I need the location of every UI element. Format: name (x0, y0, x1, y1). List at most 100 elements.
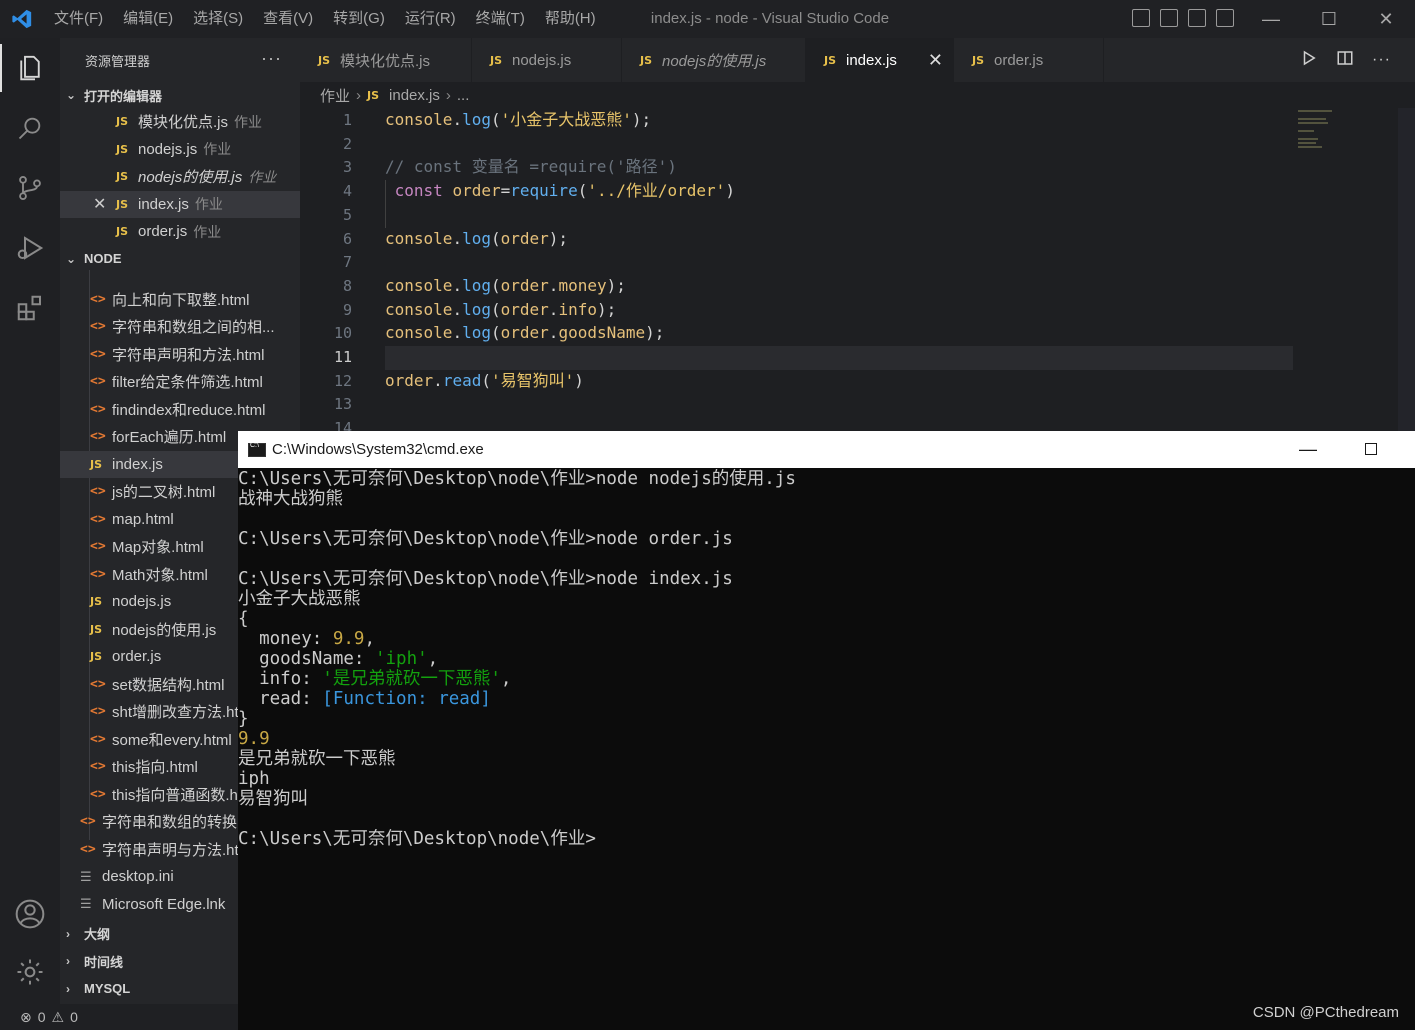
html-file-icon: <> (90, 346, 106, 362)
menu-go[interactable]: 转到(G) (323, 0, 395, 38)
html-file-icon: <> (90, 731, 106, 747)
settings-file-icon: ☰ (80, 868, 92, 884)
error-count[interactable]: 0 (38, 1009, 46, 1025)
line-number: 3 (342, 158, 352, 177)
error-icon[interactable]: ⊗ (20, 1009, 32, 1026)
chevron-down-icon: ⌄ (66, 88, 77, 102)
search-icon[interactable] (0, 100, 60, 156)
run-debug-icon[interactable] (0, 220, 60, 276)
maximize-button[interactable]: ☐ (1300, 0, 1358, 38)
toggle-sidebar-icon[interactable] (1132, 9, 1150, 27)
cmd-line: 9.9 (238, 729, 1415, 749)
cmd-line: } (238, 709, 249, 729)
breadcrumb-folder[interactable]: 作业 (320, 85, 350, 106)
tab-label: 模块化优点.js (340, 52, 431, 70)
cmd-line: C:\Users\无可奈何\Desktop\node\作业>node nodej… (238, 469, 796, 489)
line-number: 9 (342, 300, 352, 319)
menu-edit[interactable]: 编辑(E) (113, 0, 183, 38)
file-tree-item[interactable]: <> 字符串声明和方法.html (60, 341, 300, 369)
run-file-icon[interactable] (1300, 49, 1318, 72)
file-name: sht增删改查方法.html (112, 704, 255, 722)
menu-terminal[interactable]: 终端(T) (466, 0, 535, 38)
warning-icon[interactable]: ⚠ (52, 1009, 65, 1026)
open-editors-section[interactable]: ⌄ 打开的编辑器 (60, 82, 300, 108)
toggle-secondary-sidebar-icon[interactable] (1188, 9, 1206, 27)
outline-section[interactable]: › 大纲 (60, 920, 238, 948)
file-tree-item[interactable]: <> findindex和reduce.html (60, 396, 300, 424)
explorer-icon[interactable] (0, 40, 60, 96)
file-tree-item[interactable]: <> filter给定条件筛选.html (60, 368, 300, 396)
open-editor-item[interactable]: JS 模块化优点.js 作业 (60, 108, 300, 136)
more-actions-icon[interactable]: ··· (261, 48, 282, 69)
code-line[interactable]: console.log(order.money); (385, 274, 626, 298)
more-editor-actions-icon[interactable]: ··· (1372, 51, 1391, 69)
tab-3[interactable]: JS nodejs的使用.js (622, 38, 806, 82)
code-line[interactable]: console.log(order); (385, 227, 568, 251)
breadcrumb-file[interactable]: index.js (389, 87, 440, 104)
window-title: index.js - node - Visual Studio Code (650, 10, 890, 27)
code-line[interactable]: order.read('易智狗叫') (385, 369, 584, 393)
code-member: money (558, 275, 607, 295)
extensions-icon[interactable] (0, 280, 60, 336)
accounts-icon[interactable] (0, 886, 60, 942)
cmd-output[interactable]: C:\Users\无可奈何\Desktop\node\作业>node nodej… (238, 468, 1415, 1030)
code-identifier: console (385, 110, 453, 129)
customize-layout-icon[interactable] (1216, 9, 1234, 27)
tab-4[interactable]: JS index.js ✕ (806, 38, 954, 82)
editor-scrollbar[interactable] (1398, 108, 1415, 433)
tab-2[interactable]: JS nodejs.js (472, 38, 622, 82)
split-editor-icon[interactable] (1336, 49, 1354, 72)
file-folder: 作业 (193, 223, 222, 240)
menu-selection[interactable]: 选择(S) (183, 0, 253, 38)
menu-run[interactable]: 运行(R) (395, 0, 466, 38)
explorer-title: 资源管理器 (85, 53, 151, 69)
cmd-maximize-button[interactable] (1365, 443, 1377, 455)
folder-node-section[interactable]: ⌄ NODE (60, 246, 300, 272)
breadcrumb-symbol[interactable]: ... (457, 87, 470, 104)
code-text: ); (548, 228, 569, 248)
close-window-button[interactable]: ✕ (1357, 0, 1415, 38)
js-file-icon: JS (116, 142, 129, 156)
menu-view[interactable]: 查看(V) (253, 0, 323, 38)
open-editor-item[interactable]: JS nodejs的使用.js 作业 (60, 163, 300, 191)
warning-count[interactable]: 0 (70, 1009, 78, 1025)
open-editor-item[interactable]: ✕ JS index.js 作业 (60, 190, 300, 218)
tab-5[interactable]: JS order.js (954, 38, 1104, 82)
js-file-icon: JS (824, 53, 837, 67)
cmd-minimize-button[interactable]: — (1293, 431, 1323, 468)
breadcrumb: 作业 › JS index.js › ... (300, 82, 1415, 108)
open-editor-item[interactable]: JS order.js 作业 (60, 218, 300, 246)
file-name: 模块化优点.js (138, 114, 229, 132)
line-number: 4 (342, 182, 352, 201)
open-editors-list: JS 模块化优点.js 作业 JS nodejs.js 作业 JS nodejs的使用.js 作… (60, 108, 300, 246)
code-line[interactable]: const order=require('../作业/order') (385, 179, 735, 203)
code-editor[interactable]: 1 2 3 4 5 6 7 8 9 10 11 12 13 14 console.log('小金子大战恶熊… (300, 108, 1415, 433)
settings-gear-icon[interactable] (0, 944, 60, 1000)
code-line[interactable]: console.log(order.goodsName); (385, 321, 664, 345)
cmd-line: money: 9.9, (238, 629, 375, 649)
minimap[interactable] (1298, 108, 1398, 148)
open-editor-item[interactable]: JS nodejs.js 作业 (60, 136, 300, 164)
file-tree-item[interactable]: <> 字符串和数组之间的相... (60, 313, 300, 341)
code-line[interactable]: console.log(order.info); (385, 298, 616, 322)
close-icon[interactable]: ✕ (928, 50, 943, 71)
tab-1[interactable]: JS 模块化优点.js (300, 38, 472, 82)
file-folder: 作业 (234, 113, 263, 130)
cmd-line: C:\Users\无可奈何\Desktop\node\作业>node index… (238, 569, 733, 589)
html-file-icon: <> (90, 759, 106, 775)
code-line[interactable]: // const 变量名 =require('路径') (385, 155, 677, 179)
toggle-panel-icon[interactable] (1160, 9, 1178, 27)
menu-bar: 文件(F) 编辑(E) 选择(S) 查看(V) 转到(G) 运行(R) 终端(T… (44, 0, 606, 38)
close-icon[interactable]: ✕ (93, 194, 106, 214)
html-file-icon: <> (90, 786, 106, 802)
timeline-section[interactable]: › 时间线 (60, 948, 238, 976)
js-file-icon: JS (90, 650, 103, 664)
code-line[interactable]: console.log('小金子大战恶熊'); (385, 108, 651, 132)
cmd-title-bar[interactable]: C:\Windows\System32\cmd.exe — (238, 431, 1415, 468)
code-text: . (452, 110, 463, 129)
menu-file[interactable]: 文件(F) (44, 0, 113, 38)
minimize-button[interactable]: — (1242, 0, 1300, 38)
file-tree-item[interactable]: <> 向上和向下取整.html (60, 286, 300, 314)
source-control-icon[interactable] (0, 160, 60, 216)
mysql-section[interactable]: › MYSQL (60, 975, 238, 1003)
